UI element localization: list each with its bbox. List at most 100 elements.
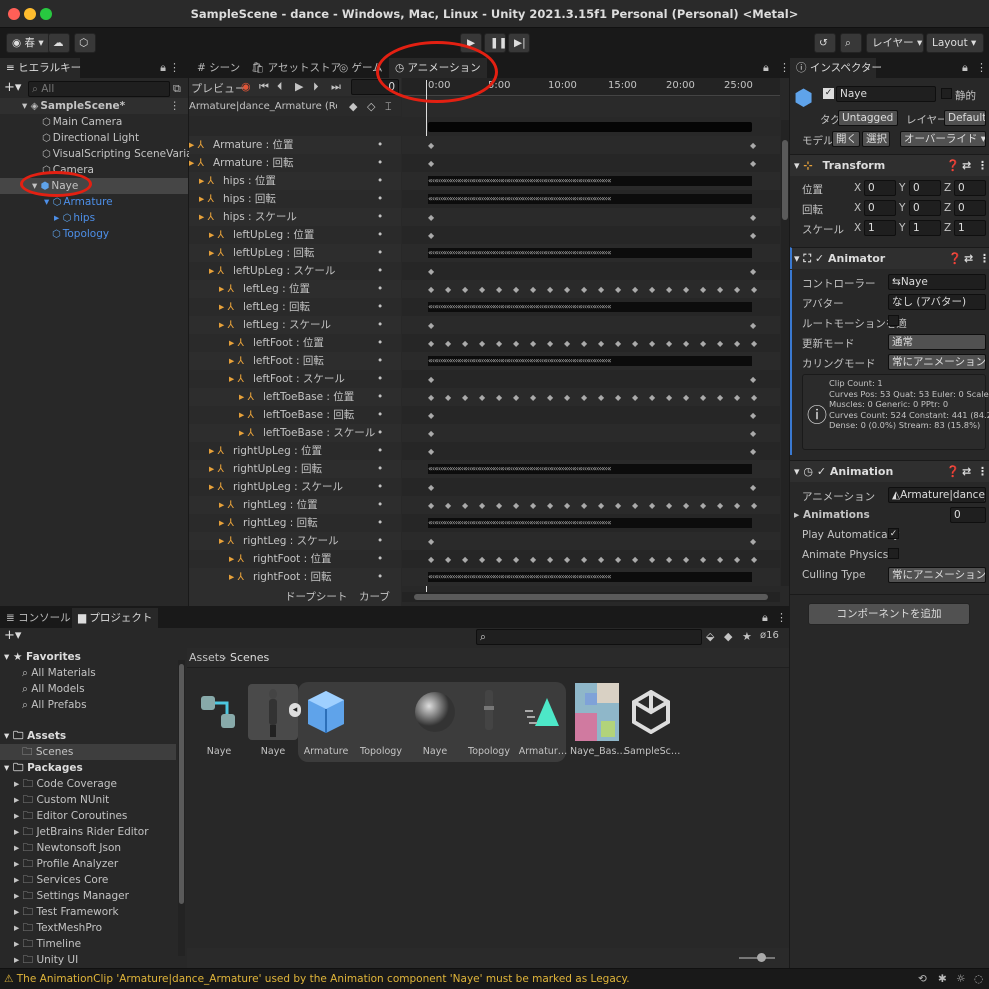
keyframe[interactable]: ◆ xyxy=(547,393,553,402)
package-item[interactable]: ▸ 🗀 Settings Manager xyxy=(14,888,129,904)
keyframe[interactable]: ◆ xyxy=(428,285,434,294)
keyframe[interactable]: ◆ xyxy=(513,393,519,402)
asset-item[interactable]: Topology xyxy=(462,684,516,757)
history-icon[interactable]: ↺ xyxy=(814,33,836,53)
keyframe[interactable]: ◆ xyxy=(462,393,468,402)
timeline-row[interactable]: ◆ ◆ xyxy=(402,478,780,496)
keyframe-dot-icon[interactable]: • xyxy=(377,550,383,568)
property-row[interactable]: ▸ ⅄ rightFoot : 回転 • xyxy=(189,568,401,586)
timeline-row[interactable]: ◆ ◆ xyxy=(402,316,780,334)
presets-icon[interactable]: ⇄ xyxy=(962,155,971,177)
keyframe[interactable]: ◆ xyxy=(496,501,502,510)
presets-icon[interactable]: ⇄ xyxy=(964,248,973,270)
status-bar[interactable]: ⚠ The AnimationClip 'Armature|dance_Arma… xyxy=(0,968,989,989)
keyframe[interactable]: ◆ xyxy=(615,393,621,402)
keyframe-dot-icon[interactable]: • xyxy=(377,136,383,154)
timeline-row[interactable]: ◆ ◆ xyxy=(402,208,780,226)
keyframe-dot-icon[interactable]: • xyxy=(377,478,383,496)
keyframe[interactable]: ◆ xyxy=(581,339,587,348)
type-filter-icon[interactable]: ⬙ xyxy=(706,630,714,643)
property-row[interactable]: ▸ ⅄ rightFoot : 位置 • xyxy=(189,550,401,568)
timeline-row[interactable]: ◆ ◆ ◆ ◆ ◆ ◆ ◆ ◆ ◆ ◆ ◆ ◆ ◆ ◆ ◆ ◆ ◆ ◆ ◆ ◆ xyxy=(402,496,780,514)
property-row[interactable]: ▸ ⅄ leftLeg : 位置 • xyxy=(189,280,401,298)
more-menu-icon[interactable]: ⋮ xyxy=(977,461,988,483)
favorite-item[interactable]: ⌕ All Materials xyxy=(22,665,96,681)
timeline-row[interactable]: «‹«‹‹«‹«‹‹«‹«‹‹«‹«‹‹«‹«‹‹«‹«‹‹«‹«‹‹«‹«‹‹… xyxy=(402,352,780,370)
property-row[interactable]: ▸ ⅄ Armature : 回転 • xyxy=(189,154,401,172)
keyframe[interactable]: ◆ xyxy=(564,393,570,402)
keyframe[interactable]: ◆ xyxy=(615,555,621,564)
keyframe[interactable]: ◆ xyxy=(750,321,756,330)
lock-icon[interactable]: 🔒︎ xyxy=(160,61,166,75)
keyframe[interactable]: ◆ xyxy=(547,501,553,510)
keyframe-dot-icon[interactable]: • xyxy=(377,442,383,460)
keyframe[interactable]: ◆ xyxy=(496,339,502,348)
property-row[interactable]: ▸ ⅄ leftFoot : 回転 • xyxy=(189,352,401,370)
open-button[interactable]: 開く xyxy=(832,131,860,147)
keyframe[interactable]: ◆ xyxy=(530,555,536,564)
keyframe[interactable]: ◆ xyxy=(445,285,451,294)
animator-enabled-checkbox[interactable]: ✓ xyxy=(815,252,824,265)
help-icon[interactable]: ❓ xyxy=(948,248,962,270)
update-mode-dropdown[interactable]: 通常 xyxy=(888,334,986,350)
timeline-row[interactable]: «‹«‹‹«‹«‹‹«‹«‹‹«‹«‹‹«‹«‹‹«‹«‹‹«‹«‹‹«‹«‹‹… xyxy=(402,514,780,532)
keyframe[interactable]: ◆ xyxy=(666,501,672,510)
more-menu-icon[interactable]: ⋮ xyxy=(776,611,787,624)
keyframe[interactable]: ◆ xyxy=(428,339,434,348)
keyframe[interactable]: ◆ xyxy=(479,501,485,510)
keyframe[interactable]: ◆ xyxy=(750,231,756,240)
keyframe[interactable]: ◆ xyxy=(700,339,706,348)
cloud-icon[interactable]: ☁ xyxy=(48,33,70,53)
keyframe-dot-icon[interactable]: • xyxy=(377,226,383,244)
add-component-button[interactable]: コンポーネントを追加 xyxy=(808,603,970,625)
asset-item[interactable]: Naye xyxy=(246,684,300,757)
keyframe-dot-icon[interactable]: • xyxy=(377,370,383,388)
preview-toggle[interactable]: プレビュー xyxy=(191,80,246,96)
hidden-packages-toggle[interactable]: ø16 xyxy=(760,630,779,641)
root-motion-checkbox[interactable] xyxy=(888,315,899,326)
property-row[interactable]: ▸ ⅄ leftToeBase : スケール • xyxy=(189,424,401,442)
keyframe-dot-icon[interactable]: • xyxy=(377,154,383,172)
asset-item[interactable]: Naye xyxy=(192,684,246,757)
keyframe-dot-icon[interactable]: • xyxy=(377,334,383,352)
keyframe[interactable]: ◆ xyxy=(445,393,451,402)
timeline-row[interactable]: ◆ ◆ xyxy=(402,442,780,460)
keyframe[interactable]: ◆ xyxy=(598,285,604,294)
property-row[interactable]: ▸ ⅄ leftToeBase : 位置 • xyxy=(189,388,401,406)
keyframe-dot-icon[interactable]: • xyxy=(377,496,383,514)
event-marker-icon[interactable]: ⌶ xyxy=(385,100,392,114)
timeline-row[interactable]: ◆ ◆ xyxy=(402,406,780,424)
keyframe-dot-icon[interactable]: • xyxy=(377,190,383,208)
keyframe[interactable]: ◆ xyxy=(462,285,468,294)
property-row[interactable]: ▸ ⅄ rightLeg : スケール • xyxy=(189,532,401,550)
keyframe[interactable]: ◆ xyxy=(632,393,638,402)
tree-scrollbar[interactable] xyxy=(178,660,185,956)
layers-dropdown[interactable]: レイヤー ▾ xyxy=(866,33,924,53)
keyframe[interactable]: ◆ xyxy=(496,393,502,402)
next-keyframe-button[interactable]: ⏵ xyxy=(313,80,319,94)
controller-field[interactable]: ⇆Naye xyxy=(888,274,986,290)
more-menu-icon[interactable]: ⋮ xyxy=(976,61,987,74)
hierarchy-item[interactable]: ▸ ⬡ hips xyxy=(54,210,95,226)
keyframe[interactable]: ◆ xyxy=(530,339,536,348)
collapse-arrow-icon[interactable]: ◂ xyxy=(289,703,301,717)
keyframe[interactable]: ◆ xyxy=(530,285,536,294)
keyframe-dot-icon[interactable]: • xyxy=(377,172,383,190)
keyframe[interactable]: ◆ xyxy=(717,285,723,294)
help-icon[interactable]: ❓ xyxy=(946,155,960,177)
dopesheet-tab[interactable]: ドープシート xyxy=(285,589,347,604)
timeline-row[interactable]: ◆ ◆ xyxy=(402,136,780,154)
keyframe[interactable]: ◆ xyxy=(462,339,468,348)
keyframe[interactable]: ◆ xyxy=(530,393,536,402)
transform-z-field[interactable]: 0 xyxy=(954,200,986,216)
play-preview-button[interactable]: ▶ xyxy=(295,80,303,93)
property-row[interactable]: ▸ ⅄ leftUpLeg : 回転 • xyxy=(189,244,401,262)
horizontal-scrollbar[interactable] xyxy=(402,592,780,602)
bug-icon[interactable]: ☼ xyxy=(956,969,965,989)
lock-icon[interactable]: 🔒︎ xyxy=(962,61,968,75)
package-item[interactable]: ▸ 🗀 Editor Coroutines xyxy=(14,808,127,824)
keyframe[interactable]: ◆ xyxy=(666,339,672,348)
prev-keyframe-button[interactable]: ⏴ xyxy=(277,80,283,94)
add-keyframe-icon[interactable]: ◆ xyxy=(349,100,357,113)
static-checkbox[interactable] xyxy=(941,88,952,99)
